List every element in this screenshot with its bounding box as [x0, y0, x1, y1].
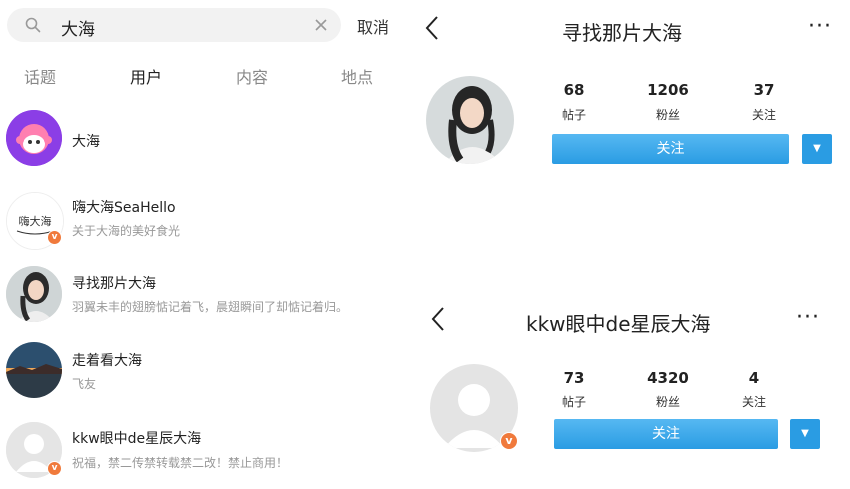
posts-label: 帖子: [561, 395, 586, 409]
more-icon[interactable]: ···: [796, 305, 820, 330]
verified-icon: v: [47, 230, 62, 245]
search-tabs: 话题 用户 内容 地点: [0, 58, 398, 92]
dropdown-arrow-icon[interactable]: ▼: [802, 134, 832, 164]
list-item[interactable]: 大海: [0, 104, 398, 174]
list-item[interactable]: v kkw眼中de星辰大海 祝福，禁二传禁转载禁二改！禁止商用！: [0, 414, 398, 484]
more-icon[interactable]: ···: [808, 14, 832, 39]
following-label: 关注: [751, 108, 776, 122]
profile-panels: 寻找那片大海 ··· 68 帖子 1206 粉丝 37 关注 关注 ▼ kkw眼…: [404, 0, 850, 489]
list-item[interactable]: 走着看大海 飞友: [0, 340, 398, 410]
tab-places[interactable]: 地点: [341, 64, 373, 88]
list-item[interactable]: 嗨大海 v 嗨大海SeaHello 关于大海的美好食光: [0, 184, 398, 254]
search-input[interactable]: 大海: [61, 15, 95, 40]
page-title: 寻找那片大海: [562, 21, 682, 45]
user-name: 走着看大海: [72, 353, 142, 369]
fans-label: 粉丝: [655, 395, 680, 409]
tab-content[interactable]: 内容: [236, 64, 268, 88]
fans-label: 粉丝: [655, 108, 680, 122]
user-name: 大海: [72, 134, 100, 150]
user-description: 飞友: [72, 377, 97, 391]
follow-button[interactable]: 关注: [552, 134, 789, 164]
following-count: 4: [748, 369, 760, 387]
tab-topics[interactable]: 话题: [24, 64, 56, 88]
posts-count: 68: [563, 81, 585, 99]
user-description: 祝福，禁二传禁转载禁二改！禁止商用！: [72, 456, 289, 470]
dropdown-arrow-icon[interactable]: ▼: [790, 419, 820, 449]
verified-icon: v: [500, 432, 518, 450]
posts-count: 73: [563, 369, 585, 387]
user-description: 羽翼未丰的翅膀惦记着飞，晨翅瞬间了却惦记着归。: [72, 300, 349, 314]
search-bar[interactable]: 大海: [7, 8, 341, 42]
user-name: kkw眼中de星辰大海: [72, 431, 202, 447]
profile-avatar: [426, 76, 514, 164]
page-title: kkw眼中de星辰大海: [526, 312, 711, 336]
search-icon: [25, 17, 41, 37]
following-label: 关注: [741, 395, 766, 409]
verified-icon: v: [47, 461, 62, 476]
user-name: 寻找那片大海: [72, 276, 156, 292]
tab-users[interactable]: 用户: [130, 64, 162, 88]
cancel-button[interactable]: 取消: [357, 14, 389, 38]
following-count: 37: [753, 81, 775, 99]
user-name: 嗨大海SeaHello: [72, 200, 176, 216]
fans-count: 4320: [647, 369, 689, 387]
avatar: [6, 266, 62, 322]
search-results-panel: 大海 取消 话题 用户 内容 地点 大海 嗨大海 v 嗨大海SeaHello 关…: [0, 0, 398, 489]
svg-text:嗨大海: 嗨大海: [19, 214, 52, 228]
clear-icon[interactable]: [313, 17, 329, 37]
posts-label: 帖子: [561, 108, 586, 122]
avatar: [6, 110, 62, 166]
back-icon[interactable]: [424, 15, 440, 45]
follow-button[interactable]: 关注: [554, 419, 778, 449]
fans-count: 1206: [647, 81, 689, 99]
list-item[interactable]: 寻找那片大海 羽翼未丰的翅膀惦记着飞，晨翅瞬间了却惦记着归。: [0, 262, 398, 332]
user-description: 关于大海的美好食光: [72, 224, 181, 238]
avatar: [6, 342, 62, 398]
back-icon[interactable]: [430, 306, 446, 336]
